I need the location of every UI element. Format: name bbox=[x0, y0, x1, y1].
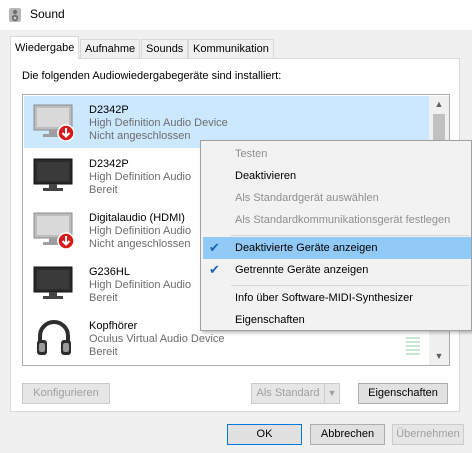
chevron-down-icon: ▼ bbox=[327, 388, 337, 398]
context-menu: Testen Deaktivieren Als Standardgerät au… bbox=[200, 140, 472, 331]
monitor-disabled-icon bbox=[33, 104, 75, 142]
device-name: D2342P bbox=[89, 104, 129, 116]
device-status: Nicht angeschlossen bbox=[89, 238, 191, 250]
menu-item-properties[interactable]: Eigenschaften bbox=[203, 309, 471, 331]
device-status: Bereit bbox=[89, 292, 118, 304]
device-driver: High Definition Audio Device bbox=[89, 117, 228, 129]
monitor-icon bbox=[33, 266, 73, 299]
speaker-icon bbox=[9, 8, 21, 22]
device-status: Nicht angeschlossen bbox=[89, 130, 191, 142]
menu-item-label: Info über Software-MIDI-Synthesizer bbox=[235, 292, 413, 304]
title-bar: Sound bbox=[0, 0, 472, 30]
tab-wiedergabe[interactable]: Wiedergabe bbox=[10, 36, 80, 59]
configure-button[interactable]: Konfigurieren bbox=[22, 383, 110, 404]
monitor-icon bbox=[33, 158, 73, 191]
menu-item-testen[interactable]: Testen bbox=[203, 143, 471, 165]
set-default-dropdown[interactable]: ▼ bbox=[324, 383, 340, 404]
device-name: Digitalaudio (HDMI) bbox=[89, 212, 185, 224]
properties-button[interactable]: Eigenschaften bbox=[358, 383, 448, 404]
menu-item-label: Deaktivieren bbox=[235, 170, 297, 182]
device-driver: Oculus Virtual Audio Device bbox=[89, 333, 225, 345]
menu-separator bbox=[231, 235, 469, 236]
device-name: G236HL bbox=[89, 266, 130, 278]
menu-item-label: Getrennte Geräte anzeigen bbox=[235, 264, 369, 276]
window-title: Sound bbox=[30, 7, 65, 21]
menu-item-set-default[interactable]: Als Standardgerät auswählen bbox=[203, 187, 471, 209]
device-name: D2342P bbox=[89, 158, 129, 170]
scroll-down-arrow-icon[interactable]: ▼ bbox=[429, 348, 449, 365]
menu-item-label: Testen bbox=[235, 148, 268, 160]
device-driver: High Definition Audio bbox=[89, 171, 192, 183]
menu-item-label: Als Standardkommunikationsgerät festlege… bbox=[235, 214, 451, 226]
tab-sounds[interactable]: Sounds bbox=[141, 39, 189, 58]
menu-item-label: Eigenschaften bbox=[235, 314, 305, 326]
menu-item-label: Als Standardgerät auswählen bbox=[235, 192, 379, 204]
set-default-button[interactable]: Als Standard bbox=[251, 383, 325, 404]
menu-item-deaktivieren[interactable]: Deaktivieren bbox=[203, 165, 471, 187]
monitor-disabled-icon bbox=[33, 212, 75, 250]
tab-kommunikation[interactable]: Kommunikation bbox=[188, 39, 274, 58]
menu-item-set-default-communication[interactable]: Als Standardkommunikationsgerät festlege… bbox=[203, 209, 471, 231]
level-meter-icon bbox=[406, 337, 420, 355]
device-driver: High Definition Audio bbox=[89, 279, 192, 291]
menu-item-show-disabled-devices[interactable]: ✔ Deaktivierte Geräte anzeigen bbox=[203, 237, 471, 259]
device-status: Bereit bbox=[89, 184, 118, 196]
menu-item-midi-info[interactable]: Info über Software-MIDI-Synthesizer bbox=[203, 287, 471, 309]
cancel-button[interactable]: Abbrechen bbox=[310, 424, 385, 445]
headphones-icon bbox=[37, 320, 71, 355]
device-driver: High Definition Audio bbox=[89, 225, 192, 237]
menu-item-show-disconnected-devices[interactable]: ✔ Getrennte Geräte anzeigen bbox=[203, 259, 471, 281]
device-name: Kopfhörer bbox=[89, 320, 138, 332]
scroll-up-arrow-icon[interactable]: ▲ bbox=[429, 96, 449, 113]
panel-label: Die folgenden Audiowiedergabegeräte sind… bbox=[22, 70, 282, 82]
menu-separator bbox=[231, 285, 469, 286]
checkmark-icon: ✔ bbox=[209, 240, 220, 255]
ok-button[interactable]: OK bbox=[227, 424, 302, 445]
menu-item-label: Deaktivierte Geräte anzeigen bbox=[235, 242, 378, 254]
tab-aufnahme[interactable]: Aufnahme bbox=[80, 39, 141, 58]
device-status: Bereit bbox=[89, 346, 118, 358]
apply-button[interactable]: Übernehmen bbox=[392, 424, 464, 445]
checkmark-icon: ✔ bbox=[209, 262, 220, 277]
